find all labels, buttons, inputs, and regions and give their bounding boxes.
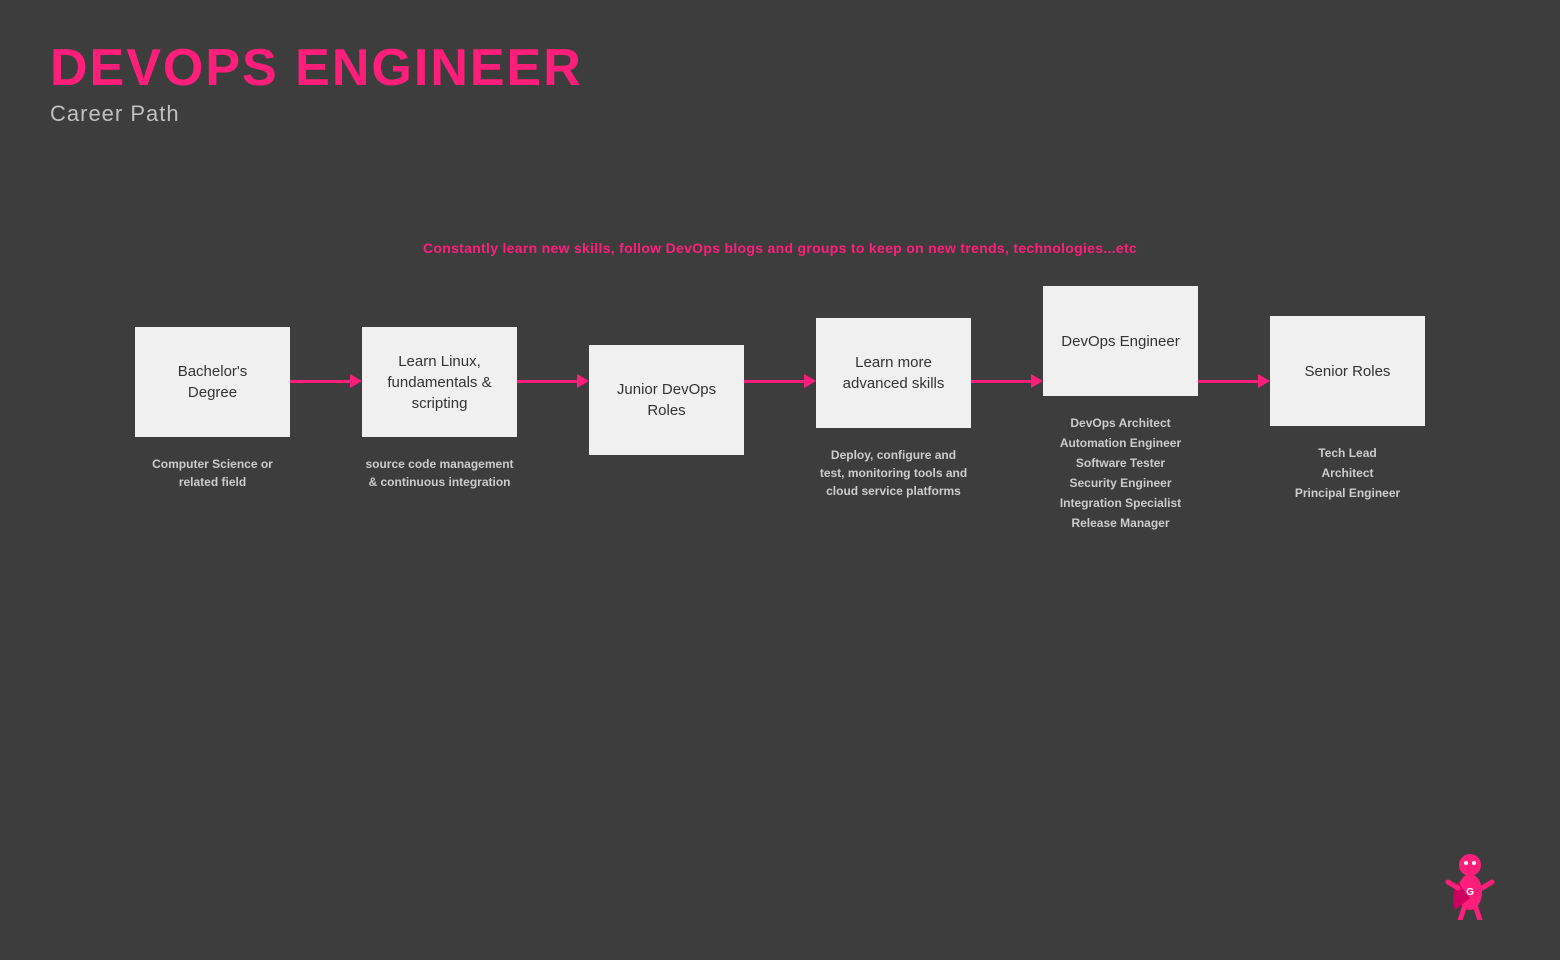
role-devops-architect: DevOps Architect <box>1070 414 1170 432</box>
step-advanced: Learn moreadvanced skills Deploy, config… <box>816 318 971 500</box>
connector-arrow-4 <box>1031 374 1043 388</box>
step-box-label-advanced: Learn moreadvanced skills <box>843 352 945 394</box>
career-path-section: Constantly learn new skills, follow DevO… <box>0 240 1560 532</box>
step-box-linux: Learn Linux,fundamentals &scripting <box>362 327 517 437</box>
connector-line-5 <box>1198 380 1258 383</box>
step-box-label-bachelor: Bachelor'sDegree <box>178 361 248 403</box>
step-junior: Junior DevOpsRoles <box>589 345 744 473</box>
step-box-senior: Senior Roles <box>1270 316 1425 426</box>
step-box-label-linux: Learn Linux,fundamentals &scripting <box>387 351 491 414</box>
role-software-tester: Software Tester <box>1076 454 1165 472</box>
connector-line-3 <box>744 380 804 383</box>
step-box-label-senior: Senior Roles <box>1305 361 1391 382</box>
role-security-engineer: Security Engineer <box>1069 474 1171 492</box>
role-release-manager: Release Manager <box>1071 514 1169 532</box>
step-box-label-devops: DevOps Engineer <box>1061 331 1179 352</box>
connector-arrow-1 <box>350 374 362 388</box>
connector-3 <box>744 374 816 388</box>
step-box-bachelor: Bachelor'sDegree <box>135 327 290 437</box>
step-senior: Senior Roles Tech Lead Architect Princip… <box>1270 316 1425 502</box>
step-desc-linux: source code management& continuous integ… <box>365 455 513 491</box>
step-bachelor: Bachelor'sDegree Computer Science orrela… <box>135 327 290 491</box>
connector-line-4 <box>971 380 1031 383</box>
role-principal-engineer: Principal Engineer <box>1295 484 1400 502</box>
step-box-devops: DevOps Engineer <box>1043 286 1198 396</box>
page-title: DEVOPS ENGINEER <box>50 40 1510 97</box>
tagline-text: Constantly learn new skills, follow DevO… <box>423 240 1137 256</box>
step-box-advanced: Learn moreadvanced skills <box>816 318 971 428</box>
step-desc-bachelor: Computer Science orrelated field <box>152 455 273 491</box>
connector-2 <box>517 374 589 388</box>
page-header: DEVOPS ENGINEER Career Path <box>0 0 1560 127</box>
connector-1 <box>290 374 362 388</box>
connector-line-1 <box>290 380 350 383</box>
step-desc-senior: Tech Lead Architect Principal Engineer <box>1295 444 1400 502</box>
role-automation-engineer: Automation Engineer <box>1060 434 1181 452</box>
connector-line-2 <box>517 380 577 383</box>
connector-arrow-2 <box>577 374 589 388</box>
page-subtitle: Career Path <box>50 101 1510 127</box>
mascot: G <box>1440 840 1500 920</box>
role-integration-specialist: Integration Specialist <box>1060 494 1181 512</box>
step-box-label-junior: Junior DevOpsRoles <box>617 379 716 421</box>
step-desc-advanced: Deploy, configure andtest, monitoring to… <box>820 446 967 500</box>
step-desc-devops: DevOps Architect Automation Engineer Sof… <box>1060 414 1181 532</box>
step-linux: Learn Linux,fundamentals &scripting sour… <box>362 327 517 491</box>
connector-arrow-3 <box>804 374 816 388</box>
step-devops: DevOps Engineer DevOps Architect Automat… <box>1043 286 1198 532</box>
connector-5 <box>1198 374 1270 388</box>
step-box-junior: Junior DevOpsRoles <box>589 345 744 455</box>
role-tech-lead: Tech Lead <box>1318 444 1376 462</box>
flow-container: Bachelor'sDegree Computer Science orrela… <box>0 286 1560 532</box>
connector-4 <box>971 374 1043 388</box>
role-architect: Architect <box>1321 464 1373 482</box>
connector-arrow-5 <box>1258 374 1270 388</box>
